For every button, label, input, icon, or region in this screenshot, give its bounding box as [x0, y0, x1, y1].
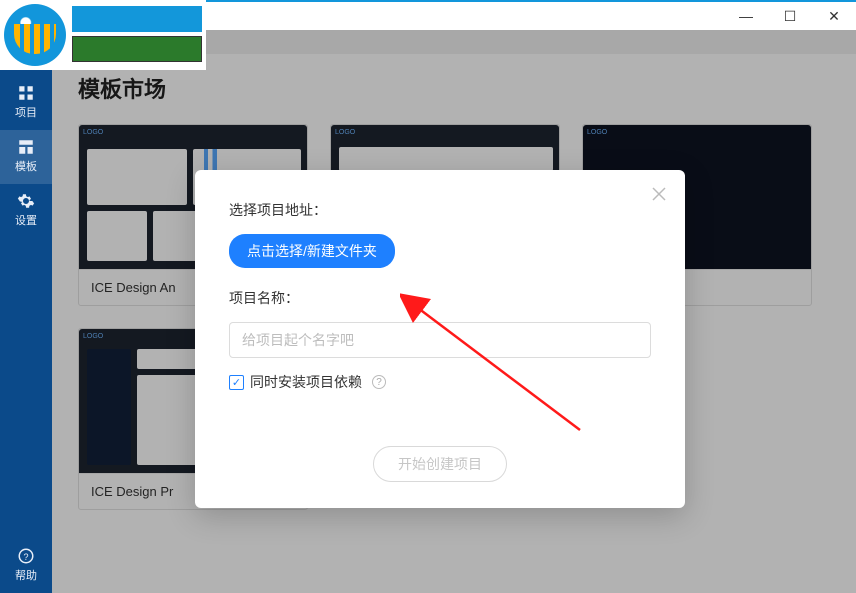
address-label: 选择项目地址： — [229, 200, 651, 220]
choose-folder-button[interactable]: 点击选择/新建文件夹 — [229, 234, 395, 268]
logo-bar — [0, 0, 206, 70]
install-deps-checkbox[interactable]: ✓ — [229, 375, 244, 390]
sidebar-label: 模板 — [15, 158, 37, 174]
minimize-button[interactable]: — — [724, 2, 768, 30]
sidebar: 项目 模板 设置 ? 帮助 — [0, 30, 52, 593]
logo-icon — [4, 4, 66, 66]
project-name-label: 项目名称： — [229, 288, 651, 308]
sidebar-item-template[interactable]: 模板 — [0, 130, 52, 184]
logo-bar-blue — [72, 6, 202, 32]
svg-text:?: ? — [23, 552, 28, 562]
create-project-modal: 选择项目地址： 点击选择/新建文件夹 项目名称： ✓ 同时安装项目依赖 ? 开始… — [195, 170, 685, 508]
submit-button[interactable]: 开始创建项目 — [373, 446, 507, 482]
sidebar-label: 项目 — [15, 104, 37, 120]
sidebar-label: 帮助 — [15, 567, 37, 583]
help-tooltip-icon[interactable]: ? — [372, 375, 386, 389]
grid-icon — [17, 84, 35, 102]
logo-side — [68, 0, 206, 70]
close-button[interactable]: ✕ — [812, 2, 856, 30]
modal-footer: 开始创建项目 — [229, 446, 651, 482]
install-deps-label: 同时安装项目依赖 — [250, 372, 362, 392]
maximize-button[interactable]: ☐ — [768, 2, 812, 30]
sidebar-item-help[interactable]: ? 帮助 — [0, 539, 52, 593]
template-icon — [17, 138, 35, 156]
sidebar-item-settings[interactable]: 设置 — [0, 184, 52, 238]
project-name-input[interactable] — [229, 322, 651, 358]
close-icon — [652, 187, 666, 201]
modal-close-button[interactable] — [649, 184, 669, 204]
sidebar-label: 设置 — [15, 212, 37, 228]
sidebar-item-project[interactable]: 项目 — [0, 76, 52, 130]
gear-icon — [17, 192, 35, 210]
logo-bar-green — [72, 36, 202, 62]
help-icon: ? — [17, 547, 35, 565]
install-deps-row: ✓ 同时安装项目依赖 ? — [229, 372, 651, 392]
